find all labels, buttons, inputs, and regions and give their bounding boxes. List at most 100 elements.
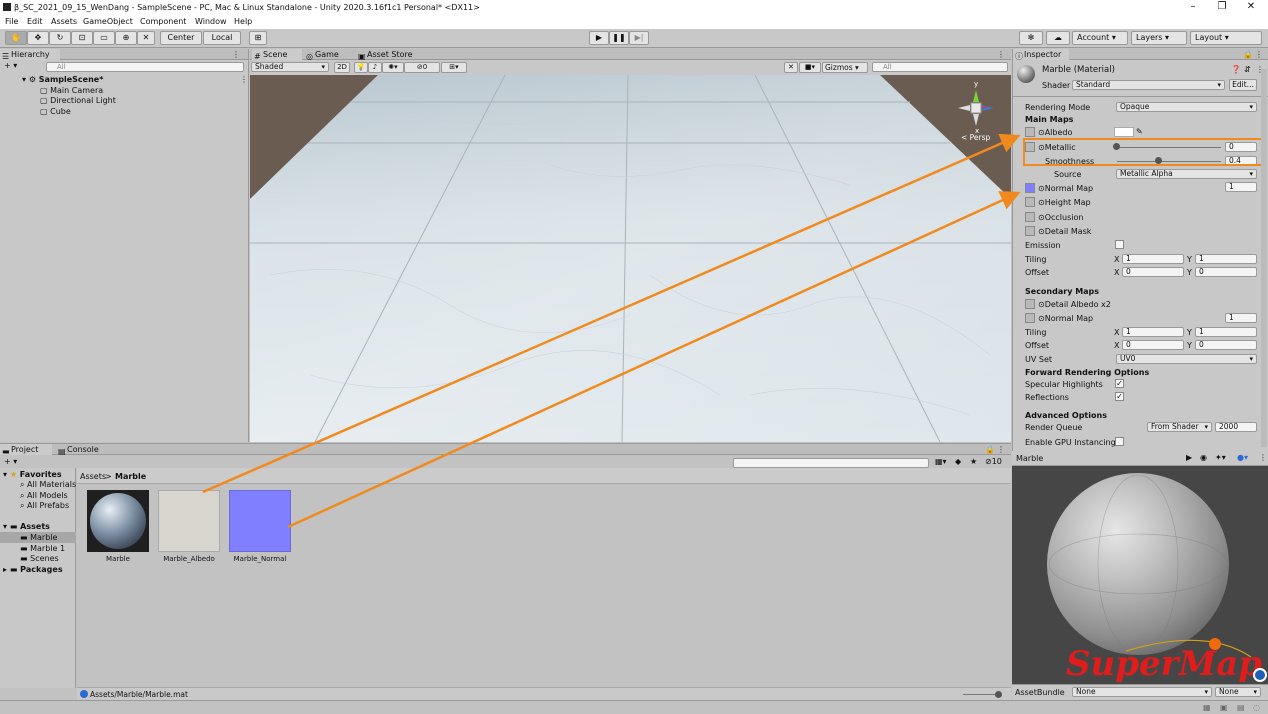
height-map-texture-slot[interactable]: [1025, 197, 1035, 207]
render-queue-field[interactable]: 2000: [1215, 422, 1257, 432]
filter-by-label-icon[interactable]: ◆: [955, 457, 961, 466]
collab-icon[interactable]: ✻: [1019, 31, 1043, 45]
panel-menu-icon[interactable]: ⋮: [997, 50, 1005, 59]
cloud-icon[interactable]: ☁: [1046, 31, 1070, 45]
tab-game[interactable]: ◎ Game: [304, 49, 352, 61]
rendering-mode-dropdown[interactable]: Opaque: [1116, 102, 1257, 112]
scene-root[interactable]: ▾ ⚙ SampleScene*: [22, 75, 103, 84]
hierarchy-item[interactable]: ▢ Main Camera: [40, 86, 103, 95]
menu-gameobject[interactable]: GameObject: [83, 17, 133, 26]
grid-toggle-icon[interactable]: ⊞▾: [441, 62, 467, 73]
tiling-x-field[interactable]: 1: [1122, 254, 1184, 264]
scale-tool-icon[interactable]: ⊡: [71, 31, 93, 45]
hierarchy-item[interactable]: ▢ Cube: [40, 107, 71, 116]
panel-menu-icon[interactable]: ⋮: [1259, 453, 1267, 462]
inspector-scrollbar[interactable]: [1261, 69, 1267, 447]
layout-dropdown[interactable]: Layout ▾: [1190, 31, 1262, 45]
tab-console[interactable]: ▤ Console: [56, 444, 108, 456]
account-dropdown[interactable]: Account ▾: [1072, 31, 1128, 45]
albedo-color-swatch[interactable]: [1114, 127, 1134, 137]
scene-orientation-gizmo[interactable]: y x < Persp: [950, 80, 1008, 142]
rotate-tool-icon[interactable]: ↻: [49, 31, 71, 45]
layers-dropdown[interactable]: Layers ▾: [1131, 31, 1187, 45]
edit-shader-button[interactable]: Edit...: [1229, 79, 1257, 91]
tiling2-y-field[interactable]: 1: [1195, 327, 1257, 337]
breadcrumb-current[interactable]: Marble: [115, 472, 146, 481]
close-button[interactable]: ✕: [1242, 1, 1260, 13]
scene-viewport[interactable]: y x < Persp: [250, 75, 1011, 442]
audio-icon[interactable]: ♪: [368, 62, 382, 73]
filter-by-type-icon[interactable]: ▦▾: [935, 457, 947, 466]
project-add-button[interactable]: + ▾: [4, 457, 17, 466]
pivot-local-button[interactable]: Local: [203, 31, 241, 45]
pause-button[interactable]: ❚❚: [609, 31, 629, 45]
panel-menu-icon[interactable]: ⋮: [997, 445, 1005, 454]
debug-icon[interactable]: ▤: [1237, 703, 1245, 712]
lock-icon[interactable]: 🔒: [1243, 50, 1253, 59]
collab-eye-icon[interactable]: [1253, 668, 1267, 682]
minimize-button[interactable]: –: [1184, 1, 1202, 13]
menu-help[interactable]: Help: [234, 17, 252, 26]
albedo-texture-slot[interactable]: [1025, 127, 1035, 137]
scene-menu-icon[interactable]: ⋮: [240, 75, 248, 84]
tools-icon[interactable]: ✕: [784, 62, 798, 73]
assetbundle-variant-dropdown[interactable]: None: [1215, 687, 1261, 697]
assets-node[interactable]: ▾ ▬ Assets: [3, 522, 50, 531]
favorite-star-icon[interactable]: ★: [970, 457, 977, 466]
occlusion-texture-slot[interactable]: [1025, 212, 1035, 222]
packages-node[interactable]: ▸ ▬ Packages: [3, 565, 63, 574]
asset-tile[interactable]: Marble_Albedo: [158, 490, 220, 565]
menu-component[interactable]: Component: [140, 17, 186, 26]
custom-tool-icon[interactable]: ✕: [137, 31, 155, 45]
render-queue-dropdown[interactable]: From Shader: [1147, 422, 1212, 432]
asset-folder-item[interactable]: ▬ Marble: [20, 533, 57, 542]
offset2-x-field[interactable]: 0: [1122, 340, 1184, 350]
tab-scene[interactable]: # Scene: [252, 49, 302, 61]
menu-assets[interactable]: Assets: [51, 17, 77, 26]
asset-folder-item[interactable]: ▬ Marble 1: [20, 544, 65, 553]
material-preview-sphere[interactable]: [1047, 473, 1229, 655]
preset-icon[interactable]: ⇵: [1244, 65, 1251, 74]
sphere-mesh-icon[interactable]: ◉: [1200, 453, 1207, 462]
eyedropper-icon[interactable]: ✎: [1136, 127, 1143, 136]
effects-icon[interactable]: ✺▾: [382, 62, 404, 73]
panel-menu-icon[interactable]: ⋮: [232, 50, 240, 59]
lighting-icon[interactable]: 💡: [354, 62, 368, 73]
mode-2d-button[interactable]: 2D: [334, 62, 350, 73]
tab-hierarchy[interactable]: ☰ Hierarchy: [0, 49, 60, 61]
normal-map-scale-field[interactable]: 1: [1225, 182, 1257, 192]
offset-y-field[interactable]: 0: [1195, 267, 1257, 277]
preview-shape-icon[interactable]: ●▾: [1237, 453, 1248, 462]
favorite-item[interactable]: ⌕ All Prefabs: [20, 501, 69, 511]
hierarchy-item[interactable]: ▢ Directional Light: [40, 96, 116, 105]
play-button[interactable]: ▶: [589, 31, 609, 45]
move-tool-icon[interactable]: ✥: [27, 31, 49, 45]
favorite-item[interactable]: ⌕ All Materials: [20, 480, 76, 490]
offset2-y-field[interactable]: 0: [1195, 340, 1257, 350]
asset-tile[interactable]: Marble_Normal: [229, 490, 291, 565]
transform-tool-icon[interactable]: ⊕: [115, 31, 137, 45]
detail-albedo-texture-slot[interactable]: [1025, 299, 1035, 309]
play-preview-icon[interactable]: ▶: [1186, 453, 1192, 462]
grid-snap-icon[interactable]: ⊞: [249, 31, 267, 45]
source-dropdown[interactable]: Metallic Alpha: [1116, 169, 1257, 179]
detail-mask-texture-slot[interactable]: [1025, 226, 1035, 236]
reflections-checkbox[interactable]: ✓: [1115, 392, 1124, 401]
menu-window[interactable]: Window: [195, 17, 227, 26]
gpu-instancing-checkbox[interactable]: [1115, 437, 1124, 446]
offset-x-field[interactable]: 0: [1122, 267, 1184, 277]
uv-set-dropdown[interactable]: UV0: [1116, 354, 1257, 364]
hierarchy-search-input[interactable]: All: [46, 62, 244, 72]
normal-map-texture-slot[interactable]: [1025, 183, 1035, 193]
light-toggle-icon[interactable]: ✦▾: [1215, 453, 1226, 462]
detail-normal-texture-slot[interactable]: [1025, 313, 1035, 323]
tab-asset-store[interactable]: ▣ Asset Store: [356, 49, 420, 61]
progress-icon[interactable]: ◌: [1253, 703, 1260, 712]
project-search-input[interactable]: [733, 458, 929, 468]
slider-handle[interactable]: [995, 691, 1002, 698]
rect-tool-icon[interactable]: ▭: [93, 31, 115, 45]
specular-highlights-checkbox[interactable]: ✓: [1115, 379, 1124, 388]
hidden-packages-toggle[interactable]: ⊘10: [985, 457, 1002, 466]
panel-menu-icon[interactable]: ⋮: [1255, 50, 1263, 59]
hidden-objects-toggle[interactable]: ⊘0: [404, 62, 440, 73]
